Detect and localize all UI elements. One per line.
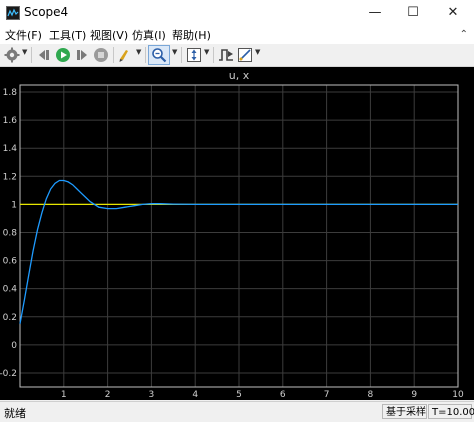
y-tick-label: 1.8	[3, 88, 18, 98]
settings-icon[interactable]	[4, 47, 20, 63]
menu-file[interactable]: 文件(F)	[5, 27, 42, 43]
autoscale-icon[interactable]	[186, 47, 202, 63]
zoom-dropdown-icon[interactable]: ▼	[172, 48, 177, 56]
y-tick-label: 1.2	[3, 172, 17, 182]
menu-bar: 文件(F) 工具(T) 视图(V) 仿真(I) 帮助(H) ⌃	[0, 26, 474, 44]
y-tick-label: 0	[11, 341, 17, 351]
zoom-icon[interactable]	[151, 47, 167, 63]
scope-app-icon	[6, 6, 20, 20]
y-tick-label: 1.4	[3, 144, 18, 154]
status-bar: 就绪 基于采样 T=10.000	[0, 401, 474, 422]
highlight-dropdown-icon[interactable]: ▼	[136, 48, 141, 56]
simulation-time: T=10.000	[428, 404, 474, 419]
x-tick-label: 3	[149, 390, 155, 400]
chevron-up-icon[interactable]: ⌃	[460, 29, 468, 40]
menu-simulation[interactable]: 仿真(I)	[132, 27, 166, 43]
step-back-icon[interactable]	[36, 47, 52, 63]
y-tick-label: 0.4	[3, 285, 18, 295]
menu-tools[interactable]: 工具(T)	[49, 27, 86, 43]
chart-title: u, x	[229, 69, 250, 82]
toolbar: ▼ ▼ ▼ ▼ ▼	[0, 44, 474, 67]
x-tick-label: 5	[236, 390, 242, 400]
x-tick-label: 7	[324, 390, 330, 400]
minimize-button[interactable]: —	[356, 0, 394, 26]
x-tick-label: 1	[61, 390, 67, 400]
measurements-dropdown-icon[interactable]: ▼	[255, 48, 260, 56]
y-tick-label: 0.8	[3, 228, 18, 238]
maximize-button[interactable]: ☐	[394, 0, 432, 26]
toolbar-separator	[113, 47, 114, 63]
x-tick-label: 2	[105, 390, 111, 400]
title-bar: Scope4 — ☐ ✕	[0, 0, 474, 26]
x-tick-label: 6	[280, 390, 286, 400]
close-button[interactable]: ✕	[434, 0, 472, 26]
x-tick-label: 8	[368, 390, 374, 400]
autoscale-dropdown-icon[interactable]: ▼	[204, 48, 209, 56]
toolbar-separator	[31, 47, 32, 63]
y-tick-label: 0.2	[3, 313, 17, 323]
menu-help[interactable]: 帮助(H)	[172, 27, 211, 43]
sample-mode-indicator: 基于采样	[382, 404, 427, 419]
window-title: Scope4	[24, 5, 69, 19]
run-icon[interactable]	[55, 47, 71, 63]
menu-view[interactable]: 视图(V)	[90, 27, 128, 43]
scope-window: Scope4 — ☐ ✕ 文件(F) 工具(T) 视图(V) 仿真(I) 帮助(…	[0, 0, 474, 422]
highlight-icon[interactable]	[118, 47, 134, 63]
toolbar-separator	[213, 47, 214, 63]
toolbar-separator	[181, 47, 182, 63]
toolbar-separator	[145, 47, 146, 63]
x-tick-label: 4	[192, 390, 198, 400]
y-tick-label: 1.6	[3, 116, 18, 126]
measurements-icon[interactable]	[237, 47, 253, 63]
status-text: 就绪	[4, 407, 26, 420]
x-tick-label: 9	[411, 390, 417, 400]
step-forward-icon[interactable]	[74, 47, 90, 63]
x-tick-label: 10	[452, 390, 464, 400]
stop-icon[interactable]	[93, 47, 109, 63]
settings-dropdown-icon[interactable]: ▼	[22, 48, 27, 56]
scope-display[interactable]: u, x -0.2 0 0.2 0.4 0.6 0.8 1 1.2 1.4 1.6 1.8 1 2 3 4 5 6…	[0, 67, 474, 400]
scope-plot[interactable]: u, x -0.2 0 0.2 0.4 0.6 0.8 1 1.2 1.4 1.6 1.8 1 2 3 4 5 6…	[0, 67, 474, 400]
y-tick-label: -0.2	[0, 369, 17, 379]
triggers-icon[interactable]	[218, 47, 234, 63]
y-tick-label: 1	[11, 200, 17, 210]
y-tick-label: 0.6	[3, 257, 18, 267]
